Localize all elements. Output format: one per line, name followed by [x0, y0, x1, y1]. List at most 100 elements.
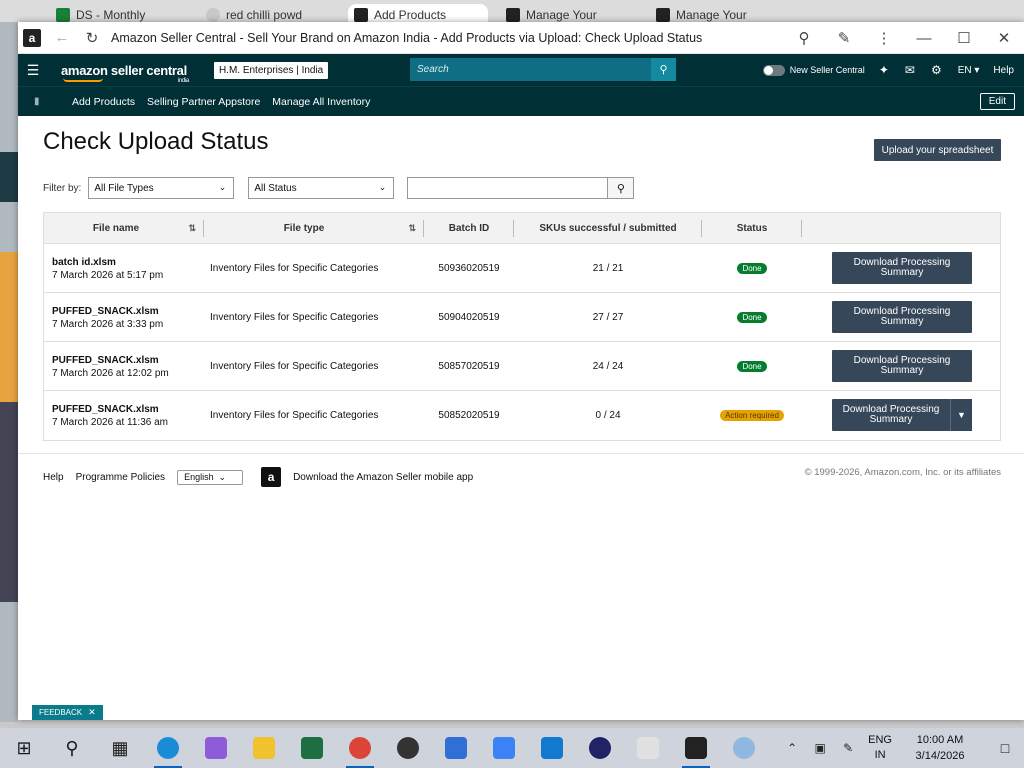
sort-icon[interactable]: ⇅ [408, 223, 416, 234]
status-cell: Action required [702, 391, 802, 440]
filter-row: Filter by: All File Types ⌄ All Status ⌄… [43, 177, 635, 199]
download-summary-button[interactable]: Download Processing Summary [832, 399, 950, 431]
edit-button[interactable]: Edit [979, 93, 1015, 110]
background-tab[interactable]: DS - Monthly [50, 4, 145, 22]
column-header-file-type[interactable]: File type ⇅ [204, 213, 424, 244]
close-icon[interactable]: ✕ [88, 707, 96, 718]
language-code: ENG [868, 734, 892, 746]
top-nav: ☰ amazon seller central india H.M. Enter… [18, 54, 1024, 86]
feedback-tab[interactable]: FEEDBACK ✕ [32, 705, 103, 720]
footer-policies-link[interactable]: Programme Policies [76, 472, 165, 483]
feedback-label: FEEDBACK [39, 708, 83, 717]
batch-id: 50904020519 [438, 312, 500, 323]
gear-icon[interactable]: ⚙ [931, 63, 942, 77]
file-name: PUFFED_SNACK.xlsm [52, 403, 159, 415]
download-summary-button[interactable]: Download Processing Summary [832, 350, 972, 382]
bookmark-icon[interactable]: ▮ [34, 96, 50, 107]
reload-icon[interactable]: ↻ [77, 23, 107, 53]
minimize-icon[interactable]: — [904, 23, 944, 53]
excel-icon[interactable] [288, 728, 336, 768]
footer-help-link[interactable]: Help [43, 472, 64, 483]
file-cell: batch id.xlsm 7 March 2026 at 5:17 pm [52, 244, 163, 293]
weather-icon[interactable] [720, 728, 768, 768]
amazon-app-icon[interactable] [672, 728, 720, 768]
column-label: Status [736, 223, 768, 234]
mail-icon[interactable]: ✉ [905, 63, 915, 77]
tag-app-icon[interactable] [480, 728, 528, 768]
copyright: © 1999-2026, Amazon.com, Inc. or its aff… [804, 467, 1001, 478]
nav-link-appstore[interactable]: Selling Partner Appstore [147, 96, 260, 108]
task-view-icon[interactable]: ▦ [96, 728, 144, 768]
chatgpt-icon[interactable] [384, 728, 432, 768]
sort-icon[interactable]: ⇅ [188, 223, 196, 234]
batch-id: 50852020519 [438, 410, 500, 421]
table-header: File name ⇅ File type ⇅ Batch ID SKUs su… [44, 213, 1000, 244]
amazon-logo-icon: a [23, 28, 41, 47]
close-icon[interactable]: ✕ [984, 23, 1024, 53]
more-menu-icon[interactable]: ⋮ [864, 23, 904, 53]
background-tab[interactable]: Manage Your [650, 4, 747, 22]
hamburger-menu-icon[interactable]: ☰ [18, 62, 48, 79]
account-switcher[interactable]: H.M. Enterprises | India [213, 61, 329, 79]
file-name: batch id.xlsm [52, 256, 116, 268]
region-code: IN [874, 749, 886, 761]
chevron-down-icon[interactable]: ▼ [950, 399, 972, 431]
download-summary-button[interactable]: Download Processing Summary [832, 301, 972, 333]
nav-link-manage-inventory[interactable]: Manage All Inventory [272, 96, 370, 108]
copilot-icon[interactable] [192, 728, 240, 768]
background-tab[interactable]: Manage Your [500, 4, 597, 22]
column-label: SKUs successful / submitted [539, 223, 677, 234]
p-app-icon[interactable] [576, 728, 624, 768]
upload-spreadsheet-button[interactable]: Upload your spreadsheet [874, 139, 1001, 161]
search-icon[interactable]: ⚲ [651, 58, 676, 81]
new-seller-central-toggle[interactable] [762, 64, 785, 76]
nav-link-add-products[interactable]: Add Products [72, 96, 135, 108]
maximize-icon[interactable]: ☐ [944, 23, 984, 53]
chrome-icon[interactable] [336, 728, 384, 768]
background-tab[interactable]: Add Products [348, 4, 488, 22]
file-date: 7 March 2026 at 12:02 pm [52, 367, 169, 379]
file-explorer-icon[interactable] [240, 728, 288, 768]
footer-language-select[interactable]: English ⌄ [177, 469, 244, 485]
search-icon[interactable]: ⚲ [48, 728, 96, 768]
batch-search-input[interactable] [407, 177, 609, 199]
mobile-app-link[interactable]: Download the Amazon Seller mobile app [293, 472, 473, 483]
transfer-app-icon[interactable] [432, 728, 480, 768]
input-language[interactable]: ENG IN [868, 733, 892, 763]
column-header-file-name[interactable]: File name ⇅ [44, 213, 204, 244]
notification-icon[interactable]: □ [986, 740, 1024, 756]
tab-label: Add Products [374, 8, 447, 22]
download-summary-button[interactable]: Download Processing Summary [832, 252, 972, 284]
extensions-icon[interactable]: ✎ [824, 23, 864, 53]
edge-icon[interactable] [144, 728, 192, 768]
clock[interactable]: 10:00 AM 3/14/2026 [904, 732, 976, 764]
pen-icon[interactable]: ✎ [834, 741, 862, 755]
status-badge: Done [737, 361, 767, 372]
taskbar: ⊞ ⚲ ▦ ⌃ ▣ ✎ ENG IN 10:00 AM 3/14/2026 □ [0, 728, 1024, 768]
seller-central-logo[interactable]: amazon seller central india [61, 63, 189, 84]
file-date: 7 March 2026 at 3:33 pm [52, 318, 164, 330]
file-type-select[interactable]: All File Types ⌄ [88, 177, 235, 199]
search-icon[interactable]: ⚲ [608, 177, 635, 199]
ibb-app-icon[interactable] [528, 728, 576, 768]
sparkle-icon[interactable]: ✦ [879, 63, 889, 77]
help-link[interactable]: Help [993, 65, 1014, 76]
zoom-icon[interactable]: ⚲ [784, 23, 824, 53]
status-badge: Action required [720, 410, 784, 421]
status-select[interactable]: All Status ⌄ [248, 177, 395, 199]
file-type: Inventory Files for Specific Categories [210, 312, 379, 323]
new-seller-central-label: New Seller Central [789, 65, 865, 75]
chrome-profile-icon[interactable] [624, 728, 672, 768]
back-arrow-icon[interactable]: ← [47, 23, 77, 53]
search-input[interactable]: Search [410, 58, 651, 81]
chevron-up-icon[interactable]: ⌃ [778, 741, 806, 755]
background-tab[interactable]: red chilli powd [200, 4, 302, 22]
meet-now-icon[interactable]: ▣ [806, 741, 834, 755]
table-row: PUFFED_SNACK.xlsm 7 March 2026 at 3:33 p… [44, 293, 1000, 342]
status-cell: Done [702, 293, 802, 342]
chevron-down-icon: ⌄ [218, 471, 227, 482]
page-title: Check Upload Status [43, 128, 269, 155]
language-selector[interactable]: EN ▾ [958, 65, 980, 76]
column-header-batch-id: Batch ID [424, 213, 514, 244]
windows-start-icon[interactable]: ⊞ [0, 728, 48, 768]
